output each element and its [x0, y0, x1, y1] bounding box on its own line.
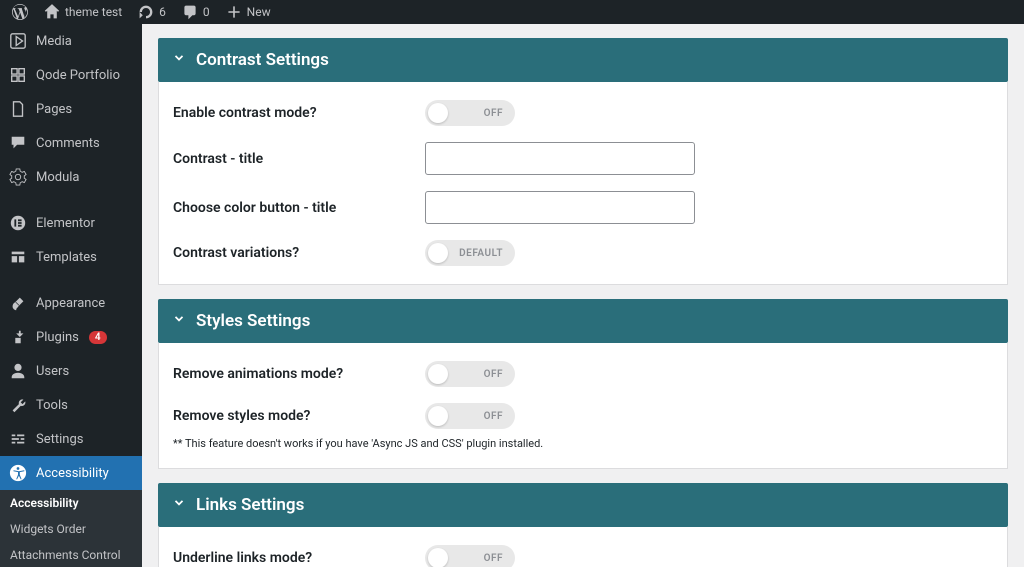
sidebar-item-label: Comments [36, 136, 100, 151]
toggle-knob [428, 406, 448, 426]
field-label-remove-styles: Remove styles mode? [173, 408, 425, 424]
wordpress-icon [12, 4, 28, 20]
sidebar-item-label: Media [36, 34, 72, 49]
pages-icon [8, 99, 28, 119]
submenu-attachments-control[interactable]: Attachments Control [0, 542, 142, 567]
input-contrast-title[interactable] [425, 142, 695, 175]
sidebar-item-settings[interactable]: Settings [0, 422, 142, 456]
toggle-contrast-variations[interactable]: DEFAULT [425, 240, 515, 266]
chevron-down-icon [172, 495, 186, 515]
sidebar-item-label: Modula [36, 170, 80, 185]
comments-icon [8, 133, 28, 153]
brush-icon [8, 293, 28, 313]
comment-icon [182, 4, 198, 20]
adminbar-site-label: theme test [65, 5, 122, 19]
sidebar-item-label: Appearance [36, 296, 105, 311]
grid-icon [8, 65, 28, 85]
elementor-icon [8, 213, 28, 233]
toggle-state: DEFAULT [459, 248, 503, 259]
panel-links: Underline links mode? OFF [158, 527, 1008, 567]
accessibility-icon [8, 463, 28, 483]
section-header-styles[interactable]: Styles Settings [158, 299, 1008, 343]
sidebar-item-templates[interactable]: Templates [0, 240, 142, 274]
sliders-icon [8, 429, 28, 449]
adminbar-wp-logo[interactable] [4, 4, 36, 20]
sidebar-item-plugins[interactable]: Plugins 4 [0, 320, 142, 354]
adminbar-site-name[interactable]: theme test [36, 4, 130, 20]
gear-icon [8, 167, 28, 187]
sidebar-item-label: Accessibility [36, 466, 109, 481]
sidebar-item-media[interactable]: Media [0, 24, 142, 58]
sidebar-item-label: Settings [36, 432, 83, 447]
sidebar-item-label: Elementor [36, 216, 95, 231]
sidebar-item-label: Pages [36, 102, 72, 117]
panel-contrast: Enable contrast mode? OFF Contrast - tit… [158, 82, 1008, 285]
adminbar-new-label: New [247, 5, 271, 19]
sidebar-item-appearance[interactable]: Appearance [0, 286, 142, 320]
admin-bar: theme test 6 0 New [0, 0, 1024, 24]
sidebar-item-modula[interactable]: Modula [0, 160, 142, 194]
toggle-knob [428, 548, 448, 567]
plugins-update-badge: 4 [89, 331, 107, 344]
styles-note: ** This feature doesn't works if you hav… [173, 437, 993, 450]
home-icon [44, 4, 60, 20]
sidebar-item-label: Templates [36, 250, 97, 265]
toggle-state: OFF [484, 108, 503, 119]
toggle-enable-contrast[interactable]: OFF [425, 100, 515, 126]
sidebar-item-portfolio[interactable]: Qode Portfolio [0, 58, 142, 92]
sidebar-item-pages[interactable]: Pages [0, 92, 142, 126]
toggle-remove-animations[interactable]: OFF [425, 361, 515, 387]
section-title: Styles Settings [196, 311, 310, 331]
panel-styles: Remove animations mode? OFF Remove style… [158, 343, 1008, 469]
sidebar-item-label: Tools [36, 398, 68, 413]
update-icon [138, 4, 154, 20]
media-icon [8, 31, 28, 51]
sidebar-submenu: Accessibility Widgets Order Attachments … [0, 490, 142, 567]
section-header-links[interactable]: Links Settings [158, 483, 1008, 527]
input-color-button-title[interactable] [425, 191, 695, 224]
sidebar-item-users[interactable]: Users [0, 354, 142, 388]
adminbar-updates-count: 6 [159, 5, 166, 19]
adminbar-comments-count: 0 [203, 5, 210, 19]
toggle-knob [428, 364, 448, 384]
adminbar-updates[interactable]: 6 [130, 4, 174, 20]
sidebar-item-elementor[interactable]: Elementor [0, 206, 142, 240]
field-label-contrast-title: Contrast - title [173, 151, 425, 167]
plugin-icon [8, 327, 28, 347]
toggle-knob [428, 103, 448, 123]
chevron-down-icon [172, 311, 186, 331]
field-label-contrast-variations: Contrast variations? [173, 245, 425, 261]
sidebar-item-label: Plugins [36, 330, 79, 345]
toggle-underline-links[interactable]: OFF [425, 545, 515, 567]
sidebar-item-label: Users [36, 364, 69, 379]
submenu-widgets-order[interactable]: Widgets Order [0, 516, 142, 542]
sidebar-item-accessibility[interactable]: Accessibility [0, 456, 142, 490]
chevron-down-icon [172, 50, 186, 70]
adminbar-comments[interactable]: 0 [174, 4, 218, 20]
submenu-accessibility[interactable]: Accessibility [0, 490, 142, 516]
sidebar-item-label: Qode Portfolio [36, 68, 120, 83]
field-label-enable-contrast: Enable contrast mode? [173, 105, 425, 121]
toggle-knob [428, 243, 448, 263]
sidebar-item-tools[interactable]: Tools [0, 388, 142, 422]
field-label-underline-links: Underline links mode? [173, 550, 425, 566]
sidebar-item-comments[interactable]: Comments [0, 126, 142, 160]
wrench-icon [8, 395, 28, 415]
plus-icon [226, 4, 242, 20]
section-title: Contrast Settings [196, 50, 329, 70]
adminbar-new[interactable]: New [218, 4, 279, 20]
field-label-remove-animations: Remove animations mode? [173, 366, 425, 382]
main-content: Contrast Settings Enable contrast mode? … [142, 24, 1024, 567]
section-header-contrast[interactable]: Contrast Settings [158, 38, 1008, 82]
templates-icon [8, 247, 28, 267]
user-icon [8, 361, 28, 381]
section-title: Links Settings [196, 495, 304, 515]
toggle-state: OFF [484, 553, 503, 564]
admin-sidebar: Media Qode Portfolio Pages Comments Modu… [0, 24, 142, 567]
toggle-remove-styles[interactable]: OFF [425, 403, 515, 429]
toggle-state: OFF [484, 369, 503, 380]
field-label-color-button-title: Choose color button - title [173, 200, 425, 216]
toggle-state: OFF [484, 411, 503, 422]
